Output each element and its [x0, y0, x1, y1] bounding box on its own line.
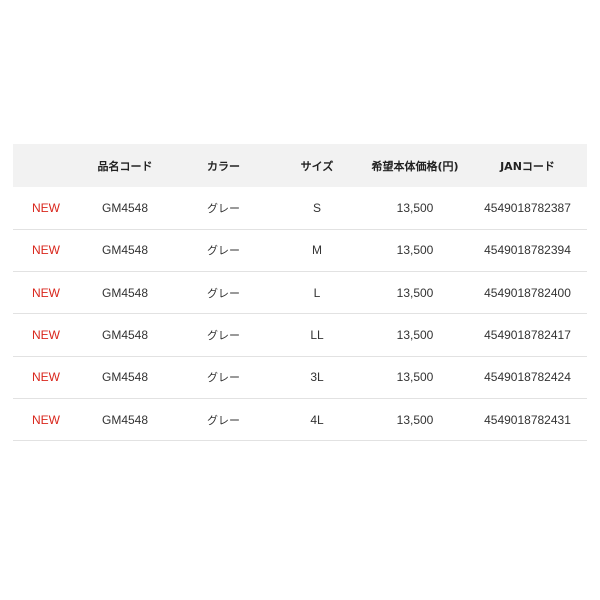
product-code-cell: GM4548	[101, 243, 149, 258]
color-cell: グレー	[207, 286, 240, 300]
jan-code-cell: 4549018782417	[484, 328, 571, 343]
price-cell: 13,500	[396, 243, 434, 258]
new-badge: NEW	[32, 412, 60, 427]
new-badge: NEW	[32, 370, 60, 385]
product-spec-table: 品名コード カラー サイズ 希望本体価格(円) JANコード NEW GM454…	[13, 144, 587, 441]
table-header-row: 品名コード カラー サイズ 希望本体価格(円) JANコード	[13, 144, 587, 187]
header-price: 希望本体価格(円)	[371, 159, 459, 173]
color-cell: グレー	[207, 201, 240, 215]
price-cell: 13,500	[396, 370, 434, 385]
jan-code-cell: 4549018782424	[484, 370, 571, 385]
jan-code-cell: 4549018782387	[484, 200, 571, 215]
new-badge: NEW	[32, 200, 60, 215]
color-cell: グレー	[207, 329, 240, 343]
color-cell: グレー	[207, 413, 240, 427]
header-color: カラー	[207, 159, 240, 173]
price-cell: 13,500	[396, 328, 434, 343]
price-cell: 13,500	[396, 285, 434, 300]
table-row: NEW GM4548 グレー 4L 13,500 4549018782431	[13, 398, 587, 441]
price-cell: 13,500	[396, 200, 434, 215]
color-cell: グレー	[207, 371, 240, 385]
table-row: NEW GM4548 グレー L 13,500 4549018782400	[13, 272, 587, 314]
header-product-code: 品名コード	[97, 159, 153, 173]
table-row: NEW GM4548 グレー S 13,500 4549018782387	[13, 187, 587, 230]
size-cell: L	[313, 285, 321, 300]
header-jan-code: JANコード	[500, 159, 555, 173]
price-cell: 13,500	[396, 412, 434, 427]
table-row: NEW GM4548 グレー LL 13,500 4549018782417	[13, 314, 587, 357]
size-cell: 3L	[310, 370, 324, 385]
jan-code-cell: 4549018782400	[484, 285, 571, 300]
table-row: NEW GM4548 グレー 3L 13,500 4549018782424	[13, 356, 587, 399]
new-badge: NEW	[32, 328, 60, 343]
product-code-cell: GM4548	[101, 412, 149, 427]
product-code-cell: GM4548	[101, 328, 149, 343]
product-code-cell: GM4548	[101, 285, 149, 300]
size-cell: M	[312, 243, 322, 258]
product-code-cell: GM4548	[101, 370, 149, 385]
header-size: サイズ	[300, 159, 334, 173]
color-cell: グレー	[207, 244, 240, 258]
jan-code-cell: 4549018782394	[484, 243, 571, 258]
table-row: NEW GM4548 グレー M 13,500 4549018782394	[13, 229, 587, 272]
new-badge: NEW	[32, 243, 60, 258]
size-cell: 4L	[310, 412, 324, 427]
product-code-cell: GM4548	[101, 200, 149, 215]
size-cell: S	[312, 200, 321, 215]
jan-code-cell: 4549018782431	[484, 412, 571, 427]
header-badge	[13, 144, 75, 187]
new-badge: NEW	[32, 285, 60, 300]
size-cell: LL	[310, 328, 324, 343]
